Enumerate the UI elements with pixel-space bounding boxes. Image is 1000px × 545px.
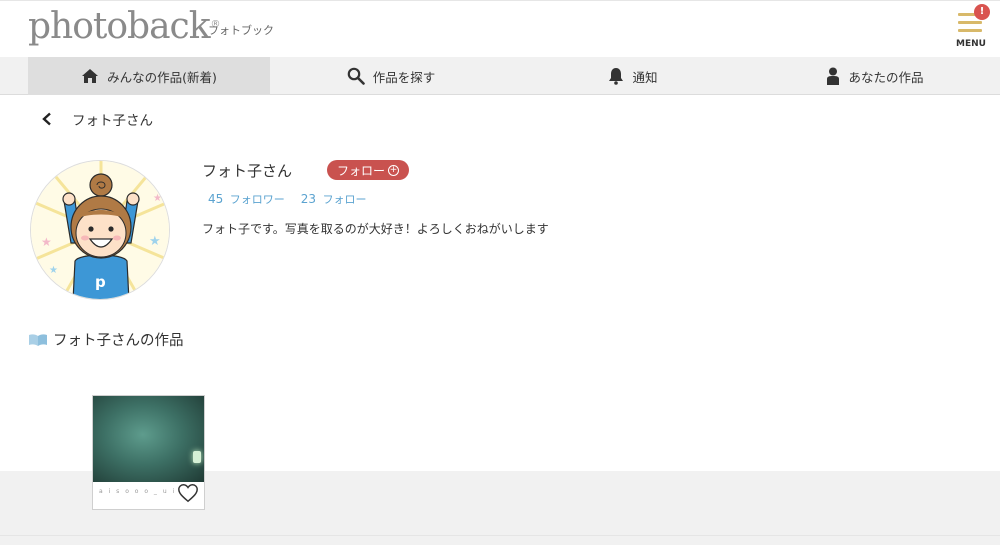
person-icon [827,67,840,85]
notification-badge: ! [974,4,990,20]
nav-item-notifications[interactable]: 通知 [512,57,754,95]
nav-label: 通知 [632,69,658,85]
following-count: 23 [300,192,317,206]
menu-button[interactable]: ! MENU [956,4,990,51]
logo-subtitle: フォトブック [208,24,274,37]
main-nav: みんなの作品(新着) 作品を探す 通知 あなたの作品 [0,57,1000,95]
nav-item-your-works[interactable]: あなたの作品 [754,57,996,95]
menu-bar-middle [958,21,982,24]
page-title: フォト子さん [72,113,153,129]
menu-label: MENU [956,39,986,49]
book-cover-image [93,396,204,482]
plus-circle-icon: + [388,164,400,176]
nav-label: みんなの作品(新着) [107,69,217,85]
works-heading: フォト子さんの作品 [28,329,184,350]
book-caption: a i s o o o _ u i [99,488,177,495]
profile-stats: 45 フォロワー 23 フォロー [208,191,383,207]
following-label: フォロー [322,193,367,206]
avatar-illustration: ★ ★ ★ ★ p [31,161,169,299]
book-icon [29,333,47,346]
menu-bar-bottom [958,29,982,32]
svg-text:★: ★ [41,235,52,249]
nav-label: あなたの作品 [848,69,924,85]
bell-icon [609,68,624,85]
site-header: photoback ® フォトブック ! MENU [0,0,1000,58]
svg-text:★: ★ [49,265,58,276]
nav-item-new-works[interactable]: みんなの作品(新着) [28,57,270,95]
search-icon [347,67,365,85]
photobook-card[interactable]: a i s o o o _ u i [92,395,205,510]
works-heading-text: フォト子さんの作品 [53,333,184,349]
svg-text:★: ★ [153,193,162,204]
cover-light-spot [193,451,201,463]
profile-bio: フォト子です。写真を取るのが大好き！よろしくおねがいします [202,222,549,236]
profile-name: フォト子さん [202,162,293,180]
nav-item-search-works[interactable]: 作品を探す [270,57,512,95]
breadcrumb: フォト子さん [40,108,153,130]
photoback-logo[interactable]: photoback ® [28,6,221,47]
home-icon [82,69,99,83]
avatar: ★ ★ ★ ★ p [30,160,170,300]
nav-label: 作品を探す [372,69,436,85]
svg-text:★: ★ [149,234,161,249]
chevron-left-icon[interactable] [40,112,54,126]
following-link[interactable]: 23 フォロー [301,191,367,207]
heart-icon[interactable] [177,482,199,504]
svg-text:p: p [95,273,106,291]
followers-label: フォロワー [229,193,285,206]
followers-count: 45 [208,192,224,206]
followers-link[interactable]: 45 フォロワー [208,191,285,207]
follow-button[interactable]: フォロー + [327,160,410,180]
logo-text: photoback [28,6,211,47]
divider [0,535,1000,536]
follow-label: フォロー [337,163,386,178]
